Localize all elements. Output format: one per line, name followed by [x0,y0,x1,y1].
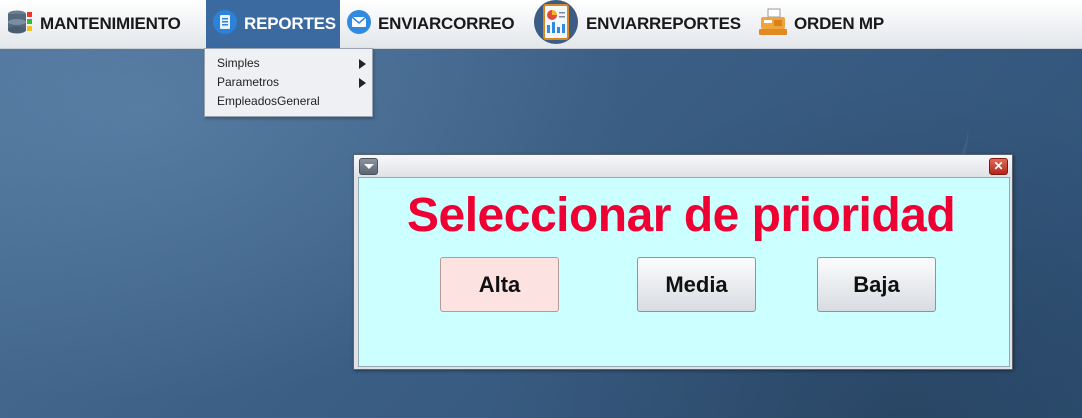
submenu-arrow-icon [359,78,366,88]
menu-label: REPORTES [244,14,336,33]
database-icon [6,9,34,40]
menu-enviarreportes[interactable]: ENVIARREPORTES [526,0,752,48]
menu-mantenimiento[interactable]: MANTENIMIENTO [0,0,206,48]
priority-dialog: ✕ Seleccionar de prioridad Alta Media Ba… [353,154,1013,370]
menu-orden-mp[interactable]: ORDEN MP [752,0,902,48]
menu-reportes[interactable]: REPORTES [206,0,340,48]
dropdown-item-parametros[interactable]: Parametros [205,73,372,92]
cash-register-icon [758,8,788,41]
alta-button[interactable]: Alta [440,257,559,312]
dropdown-item-simples[interactable]: Simples [205,54,372,73]
menu-label: MANTENIMIENTO [40,14,181,33]
dialog-heading: Seleccionar de prioridad [407,189,956,242]
dropdown-item-label: Simples [217,56,260,70]
document-icon [212,9,238,40]
system-menu-icon[interactable] [359,158,378,175]
submenu-arrow-icon [359,59,366,69]
dropdown-item-label: EmpleadosGeneral [217,94,320,108]
menu-label: ENVIARREPORTES [586,14,741,33]
dialog-content: Seleccionar de prioridad Alta Media Baja [358,177,1010,367]
baja-button[interactable]: Baja [817,257,936,312]
dialog-titlebar[interactable]: ✕ [354,155,1012,177]
menu-label: ORDEN MP [794,14,885,33]
menu-enviarcorreo[interactable]: ENVIARCORREO [340,0,526,48]
menu-label: ENVIARCORREO [378,14,515,33]
close-button[interactable]: ✕ [989,158,1008,175]
menu-bar: MANTENIMIENTO REPORTES ENVIARCORREO ENVI… [0,0,1082,49]
media-button[interactable]: Media [637,257,756,312]
dropdown-item-empleadosgeneral[interactable]: EmpleadosGeneral [205,92,372,111]
report-chart-icon [532,0,580,50]
dropdown-item-label: Parametros [217,75,280,89]
mail-icon [346,9,372,40]
reportes-dropdown: Simples Parametros EmpleadosGeneral [204,48,373,117]
